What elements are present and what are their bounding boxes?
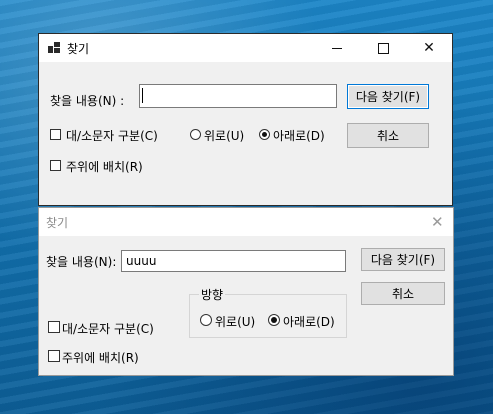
cancel-label: 취소 xyxy=(391,287,415,301)
wrap-around-label: 주위에 배치(R) xyxy=(66,160,143,174)
direction-down-radio[interactable] xyxy=(268,314,280,326)
close-button[interactable]: ✕ xyxy=(406,34,452,62)
maximize-icon xyxy=(377,42,389,54)
find-dialog-active: 찾기 ✕ 찾을 내용(N) : 다음 찾기(F) 대/소문자 구분(C) 위로(… xyxy=(38,33,453,206)
find-what-label: 찾을 내용(N): xyxy=(46,255,117,269)
find-next-button[interactable]: 다음 찾기(F) xyxy=(347,84,429,109)
maximize-button[interactable] xyxy=(360,34,406,62)
find-what-input[interactable] xyxy=(139,84,337,108)
window-title: 찾기 xyxy=(67,42,90,56)
cancel-label: 취소 xyxy=(376,129,400,143)
find-next-label: 다음 찾기(F) xyxy=(355,90,421,104)
match-case-checkbox[interactable] xyxy=(50,129,61,140)
close-icon: ✕ xyxy=(423,40,435,56)
direction-down-radio[interactable] xyxy=(259,129,270,140)
title-bar[interactable]: 찾기 ✕ xyxy=(39,34,452,62)
find-app-icon xyxy=(48,42,60,53)
cancel-button[interactable]: 취소 xyxy=(347,123,429,148)
text-cursor xyxy=(142,88,143,103)
title-bar[interactable]: 찾기 ✕ xyxy=(39,208,453,236)
find-next-label: 다음 찾기(F) xyxy=(370,253,436,267)
direction-group-label: 방향 xyxy=(199,286,226,303)
match-case-label: 대/소문자 구분(C) xyxy=(62,322,154,336)
find-next-button[interactable]: 다음 찾기(F) xyxy=(361,248,445,271)
find-dialog-inactive: 찾기 ✕ 찾을 내용(N): uuuu 다음 찾기(F) 취소 방향 위로(U)… xyxy=(38,207,454,376)
find-what-value: uuuu xyxy=(126,254,157,268)
window-title: 찾기 xyxy=(46,216,69,230)
match-case-label: 대/소문자 구분(C) xyxy=(66,129,158,143)
direction-up-label: 위로(U) xyxy=(204,129,245,143)
close-icon[interactable]: ✕ xyxy=(431,213,444,231)
wrap-around-label: 주위에 배치(R) xyxy=(62,351,139,365)
match-case-checkbox[interactable] xyxy=(48,321,60,333)
wrap-around-checkbox[interactable] xyxy=(48,350,60,362)
find-what-input[interactable]: uuuu xyxy=(121,250,346,272)
minimize-button[interactable] xyxy=(314,34,360,62)
direction-up-radio[interactable] xyxy=(190,129,201,140)
minimize-icon xyxy=(332,47,342,49)
direction-down-label: 아래로(D) xyxy=(273,129,325,143)
direction-down-label: 아래로(D) xyxy=(283,315,335,329)
wrap-around-checkbox[interactable] xyxy=(50,160,61,171)
cancel-button[interactable]: 취소 xyxy=(361,282,445,305)
find-what-label: 찾을 내용(N) : xyxy=(50,94,125,108)
direction-up-label: 위로(U) xyxy=(215,315,256,329)
direction-up-radio[interactable] xyxy=(200,314,212,326)
